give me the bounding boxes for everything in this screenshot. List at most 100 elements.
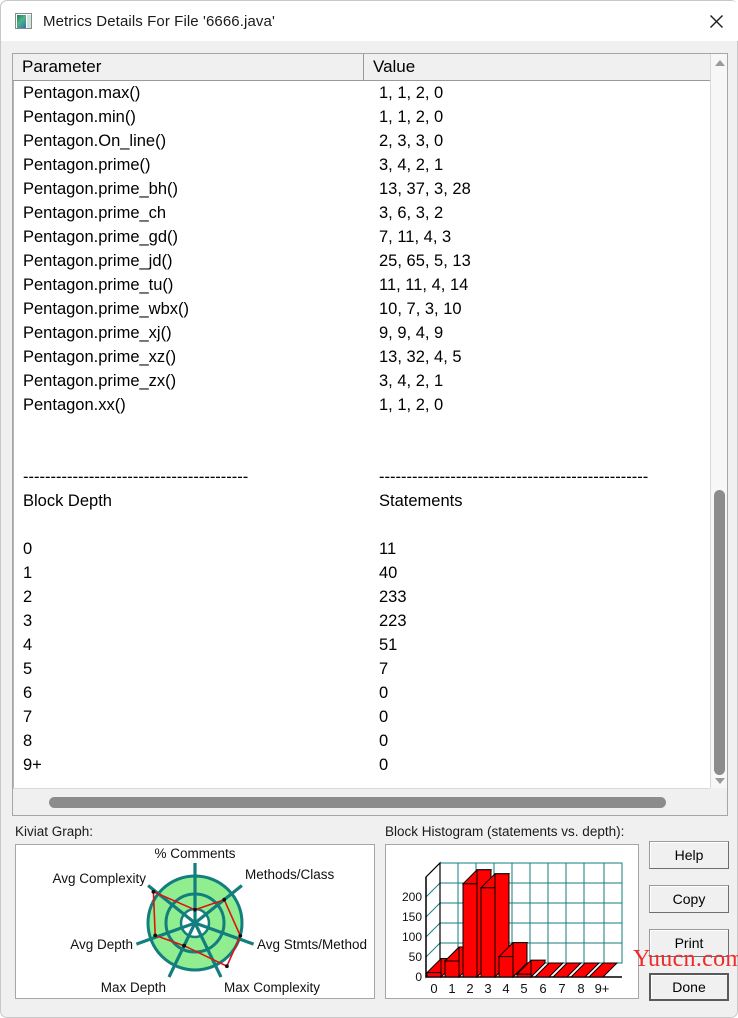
- cell-depth: 2: [23, 588, 33, 606]
- copy-button[interactable]: Copy: [649, 885, 729, 913]
- cell-parameter: Pentagon.prime(): [23, 156, 151, 174]
- kiviat-graph-svg: % Comments Methods/Class Avg Stmts/Metho…: [52, 846, 367, 995]
- print-button[interactable]: Print: [649, 929, 729, 957]
- kiviat-label-5: Avg Depth: [70, 937, 133, 952]
- column-header-parameter[interactable]: Parameter: [13, 54, 364, 80]
- section-header-statements: Statements: [379, 492, 463, 510]
- table-row: Pentagon.prime_bh() 13, 37, 3, 28: [14, 177, 711, 201]
- hist-xtick-9: 9+: [595, 981, 610, 996]
- cell-value: 3, 6, 3, 2: [379, 204, 444, 222]
- table-row: 2 233: [14, 585, 711, 609]
- cell-parameter: Pentagon.prime_wbx(): [23, 300, 189, 318]
- hist-xtick-4: 4: [502, 981, 509, 996]
- table-row: Pentagon.prime_xj() 9, 9, 4, 9: [14, 321, 711, 345]
- table-row: 80: [14, 729, 711, 753]
- table-row: 57: [14, 657, 711, 681]
- cell-depth: 9+: [23, 756, 42, 774]
- table-row: Pentagon.prime_jd() 25, 65, 5, 13: [14, 249, 711, 273]
- done-button[interactable]: Done: [649, 973, 729, 1001]
- cell-statements: 233: [379, 588, 407, 606]
- cell-depth: 7: [23, 708, 33, 726]
- cell-value: 25, 65, 5, 13: [379, 252, 471, 270]
- metrics-details-window: Metrics Details For File '6666.java' Par…: [0, 0, 738, 1018]
- cell-parameter: Pentagon.max(): [23, 84, 141, 102]
- hist-ytick-2: 100: [402, 930, 422, 944]
- table-row: Pentagon.xx() 1, 1, 2, 0: [14, 393, 711, 417]
- cell-statements: 0: [379, 732, 389, 750]
- cell-depth: 0: [23, 540, 33, 558]
- kiviat-graph-panel[interactable]: % Comments Methods/Class Avg Stmts/Metho…: [15, 844, 375, 999]
- metrics-text-area: Parameter Value Pentagon.max() 1, 1, 2, 0…: [12, 53, 728, 816]
- cell-statements: 0: [379, 708, 389, 726]
- cell-depth: 5: [23, 660, 33, 678]
- hist-ytick-3: 150: [402, 910, 422, 924]
- kiviat-label-3: Max Complexity: [224, 980, 320, 995]
- hist-ytick-1: 50: [409, 950, 423, 964]
- close-icon[interactable]: [693, 1, 738, 41]
- block-histogram-panel[interactable]: 0 50 100 150 200 0 1 2 3 4 5 6 7 8 9+: [385, 844, 639, 999]
- kiviat-label-0: % Comments: [154, 846, 235, 861]
- scrollbar-corner: [710, 788, 727, 815]
- table-row: Pentagon.min() 1, 1, 2, 0: [14, 105, 711, 129]
- hist-xtick-0: 0: [430, 981, 437, 996]
- kiviat-label-2: Avg Stmts/Method: [257, 937, 367, 952]
- cell-statements: 51: [379, 636, 398, 654]
- separator-left: ----------------------------------------…: [23, 468, 249, 486]
- cell-value: 3, 4, 2, 1: [379, 372, 444, 390]
- cell-depth: 3: [23, 612, 33, 630]
- app-window-icon: [15, 13, 32, 29]
- table-row: 1 40: [14, 561, 711, 585]
- bottom-panels: Kiviat Graph: Block Histogram (statement…: [1, 821, 738, 1018]
- cell-depth: 8: [23, 732, 33, 750]
- vertical-scrollbar[interactable]: [710, 54, 727, 789]
- cell-depth: 6: [23, 684, 33, 702]
- cell-parameter: Pentagon.prime_ch: [23, 204, 167, 222]
- section-header-block-depth: Block Depth: [23, 492, 112, 510]
- cell-statements: 11: [379, 540, 397, 558]
- column-header-value[interactable]: Value: [364, 54, 711, 80]
- table-row: Pentagon.max() 1, 1, 2, 0: [14, 81, 711, 105]
- table-row: 0 11: [14, 537, 711, 561]
- cell-value: 1, 1, 2, 0: [379, 396, 444, 414]
- horizontal-scrollbar-thumb[interactable]: [49, 797, 666, 808]
- button-column: Help Copy Print Done: [649, 841, 729, 1009]
- cell-depth: 1: [23, 564, 33, 582]
- horizontal-scrollbar[interactable]: [13, 788, 711, 815]
- table-row: 9+ 0: [14, 753, 711, 777]
- cell-parameter: Pentagon.prime_zx(): [23, 372, 177, 390]
- hist-xtick-7: 7: [558, 981, 565, 996]
- table-row: 70: [14, 705, 711, 729]
- cell-value: 10, 7, 3, 10: [379, 300, 462, 318]
- cell-parameter: Pentagon.min(): [23, 108, 136, 126]
- cell-parameter: Pentagon.prime_bh(): [23, 180, 179, 198]
- scroll-up-icon[interactable]: [711, 54, 728, 71]
- cell-statements: 223: [379, 612, 407, 630]
- cell-value: 2, 3, 3, 0: [379, 132, 444, 150]
- cell-depth: 4: [23, 636, 33, 654]
- kiviat-label-1: Methods/Class: [245, 867, 335, 882]
- cell-parameter: Pentagon.prime_gd(): [23, 228, 179, 246]
- table-row: Pentagon.On_line() 2, 3, 3, 0: [14, 129, 711, 153]
- block-histogram-label: Block Histogram (statements vs. depth):: [385, 824, 625, 839]
- vertical-scrollbar-thumb[interactable]: [714, 490, 725, 775]
- table-row: 3 223: [14, 609, 711, 633]
- cell-value: 13, 37, 3, 28: [379, 180, 471, 198]
- help-button[interactable]: Help: [649, 841, 729, 869]
- kiviat-graph-label: Kiviat Graph:: [15, 824, 94, 839]
- section-header-row: Block Depth Statements: [14, 489, 711, 513]
- kiviat-label-4: Max Depth: [101, 980, 166, 995]
- scroll-down-icon[interactable]: [711, 772, 728, 789]
- cell-parameter: Pentagon.On_line(): [23, 132, 167, 150]
- table-row: 60: [14, 681, 711, 705]
- table-row: Pentagon.prime_zx() 3, 4, 2, 1: [14, 369, 711, 393]
- cell-parameter: Pentagon.prime_jd(): [23, 252, 173, 270]
- cell-value: 11, 11, 4, 14: [379, 276, 469, 294]
- hist-xtick-2: 2: [466, 981, 473, 996]
- cell-statements: 7: [379, 660, 389, 678]
- hist-xtick-8: 8: [577, 981, 584, 996]
- separator-row-top: ----------------------------------------…: [14, 465, 711, 489]
- table-header: Parameter Value: [13, 54, 711, 81]
- hist-ytick-0: 0: [415, 970, 422, 984]
- metrics-rows: Pentagon.max() 1, 1, 2, 0 Pentagon.min() 1…: [13, 81, 711, 789]
